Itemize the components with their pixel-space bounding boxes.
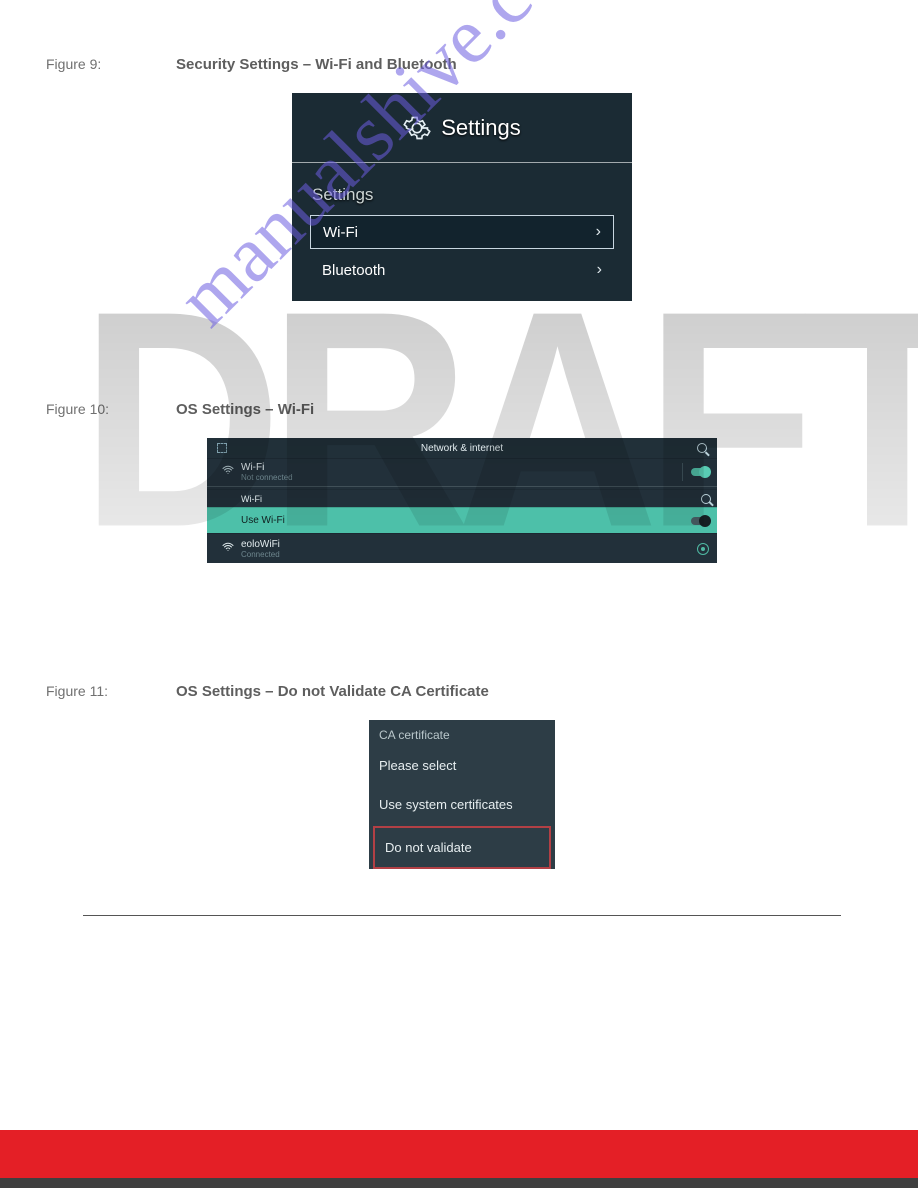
figure10-wifi-label: Wi-Fi [241, 462, 639, 473]
figure10-wifi-sub: Not connected [241, 473, 639, 482]
figure9-screenshot: Settings Settings Wi-Fi › Bluetooth › [292, 93, 632, 301]
figure11-please-select[interactable]: Please select [369, 746, 555, 785]
figure9-wifi-label: Wi-Fi [323, 224, 358, 241]
figure9-label: Figure 9: [46, 56, 176, 72]
figure9-bluetooth-item[interactable]: Bluetooth › [310, 253, 614, 287]
footer-red-bar [0, 1130, 918, 1178]
figure10-wifi-row[interactable]: Wi-Fi Not connected [207, 458, 717, 484]
figure10-connected-row[interactable]: eoloWiFi Connected [207, 533, 717, 563]
chevron-right-icon: › [597, 261, 602, 279]
figure11-do-not-validate[interactable]: Do not validate [375, 828, 549, 867]
gear-icon [403, 114, 431, 142]
wifi-toggle[interactable] [691, 468, 709, 476]
figure11-caption: OS Settings – Do not Validate CA Certifi… [176, 683, 489, 700]
search-icon[interactable] [697, 443, 707, 453]
figure9-header-title: Settings [441, 115, 521, 141]
wifi-icon [215, 541, 241, 556]
figure10-conn-sub: Connected [241, 550, 639, 559]
figure11-label: Figure 11: [46, 683, 176, 699]
figure9-caption: Security Settings – Wi-Fi and Bluetooth [176, 56, 457, 73]
search-icon[interactable] [701, 494, 711, 504]
figure9-subheader: Settings [312, 185, 614, 205]
figure10-heading-row: Figure 10: OS Settings – Wi-Fi [46, 401, 878, 418]
settings-gear-icon[interactable] [697, 543, 709, 555]
fullscreen-icon[interactable] [217, 443, 227, 453]
figure10-screenshot: Network & internet Wi-Fi Not connected W… [207, 438, 717, 563]
wifi-icon [215, 464, 241, 479]
figure9-wifi-item[interactable]: Wi-Fi › [310, 215, 614, 249]
figure10-caption: OS Settings – Wi-Fi [176, 401, 314, 418]
figure10-use-wifi-label: Use Wi-Fi [241, 515, 639, 526]
figure11-title: CA certificate [369, 720, 555, 746]
figure11-highlighted: Do not validate [373, 826, 551, 869]
figure10-use-wifi-row[interactable]: Use Wi-Fi [207, 507, 717, 533]
figure9-heading-row: Figure 9: Security Settings – Wi-Fi and … [46, 56, 878, 73]
footer-grey-bar [0, 1178, 918, 1188]
figure10-conn-label: eoloWiFi [241, 539, 639, 550]
figure11-heading-row: Figure 11: OS Settings – Do not Validate… [46, 683, 878, 700]
figure10-label: Figure 10: [46, 401, 176, 417]
use-wifi-toggle[interactable] [691, 517, 709, 525]
figure11-use-system[interactable]: Use system certificates [369, 785, 555, 824]
figure10-top-title: Network & internet [227, 443, 697, 454]
figure10-section-label: Wi-Fi [207, 489, 717, 507]
figure9-bluetooth-label: Bluetooth [322, 262, 385, 279]
horizontal-rule [83, 915, 841, 916]
chevron-right-icon: › [596, 223, 601, 241]
figure11-screenshot: CA certificate Please select Use system … [369, 720, 555, 869]
